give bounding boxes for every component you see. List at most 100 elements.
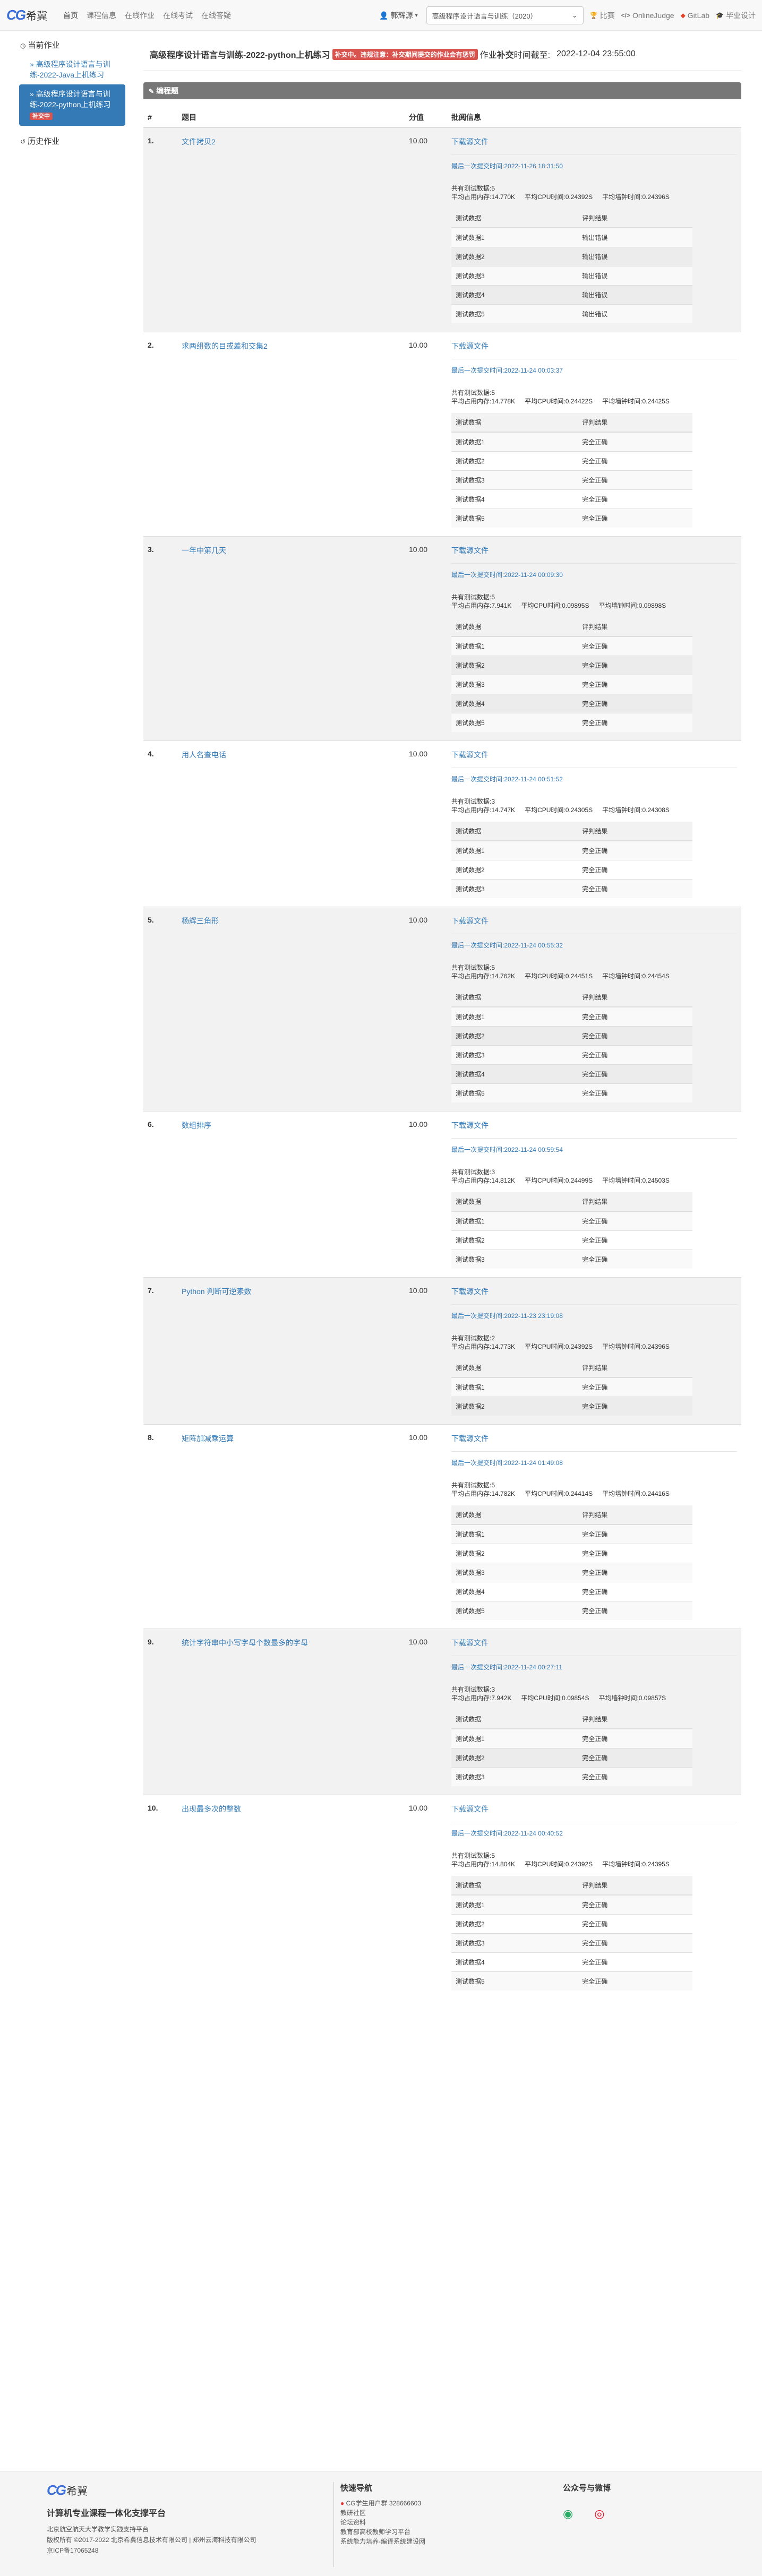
download-source-link[interactable]: 下载源文件 — [451, 1805, 489, 1813]
nav-graduation-link[interactable]: 🎓 毕业设计 — [716, 10, 756, 21]
nav-onlinejudge-link[interactable]: </> OnlineJudge — [621, 11, 674, 20]
test-count-value: 3 — [491, 1686, 495, 1693]
footer-link[interactable]: 教研社区 — [340, 2508, 493, 2518]
col-review: 批阅信息 — [447, 108, 741, 128]
download-source-link[interactable]: 下载源文件 — [451, 342, 489, 350]
download-source-link[interactable]: 下载源文件 — [451, 917, 489, 925]
test-case-row: 测试数据1 完全正确 — [451, 636, 692, 656]
problem-title-link[interactable]: 用人名查电话 — [182, 751, 226, 759]
test-case-header: 测试数据 评判结果 — [451, 1505, 692, 1525]
test-case-result: 完全正确 — [578, 879, 692, 898]
nav-gitlab-link[interactable]: ◆ GitLab — [681, 11, 709, 20]
test-case-result: 完全正确 — [578, 470, 692, 490]
user-menu-button[interactable]: 👤 郭辉源 ▾ — [375, 8, 422, 23]
avg-memory-prefix: 平均占用内存: — [451, 1490, 492, 1497]
brand-logo[interactable]: CG 希冀 — [6, 7, 47, 23]
test-case-header: 测试数据 评判结果 — [451, 822, 692, 841]
download-source-link[interactable]: 下载源文件 — [451, 1639, 489, 1647]
sidebar-item-python[interactable]: » 高级程序设计语言与训练-2022-python上机练习 补交中 — [19, 84, 125, 126]
avg-memory: 平均占用内存:14.782K — [451, 1490, 515, 1497]
problem-title-link[interactable]: 数组排序 — [182, 1121, 211, 1130]
deadline-prefix: 作业 — [480, 51, 497, 60]
course-select-value: 高级程序设计语言与训练（2020） — [432, 12, 537, 20]
problem-title-link[interactable]: 文件拷贝2 — [182, 137, 216, 146]
test-case-row: 测试数据5 完全正确 — [451, 1601, 692, 1620]
download-source-link[interactable]: 下载源文件 — [451, 1287, 489, 1296]
social-icons: ◉ ◎ — [563, 2507, 611, 2521]
test-case-result: 完全正确 — [578, 1748, 692, 1768]
avg-cpu-prefix: 平均CPU时间: — [525, 1860, 566, 1868]
sidebar-item-java[interactable]: » 高级程序设计语言与训练-2022-Java上机练习 — [19, 55, 125, 84]
test-case-result: 完全正确 — [578, 1377, 692, 1397]
avg-wall-prefix: 平均墙钟时间: — [602, 972, 643, 980]
footer-link[interactable]: 教育部高校教师学习平台 — [340, 2527, 493, 2537]
nav-onlinejudge-label: OnlineJudge — [632, 11, 674, 20]
result-col: 评判结果 — [578, 1505, 692, 1525]
last-submit-prefix: 最后一次提交时间: — [451, 1664, 504, 1671]
test-count: 共有测试数据:3 — [451, 1168, 737, 1176]
course-select[interactable]: 高级程序设计语言与训练（2020） ⌄ — [426, 6, 584, 24]
test-case-name: 测试数据5 — [451, 1601, 578, 1620]
problem-title-link[interactable]: 杨辉三角形 — [182, 917, 219, 925]
history-homework-link[interactable]: ↺ 历史作业 — [19, 133, 125, 151]
footer-quick-nav: 快速导航 ● CG学生用户群 328666603 教研社区 论坛资料 教育部高校… — [333, 2482, 493, 2567]
nav-contest-link[interactable]: 🏆 比赛 — [590, 10, 615, 21]
download-source-link[interactable]: 下载源文件 — [451, 546, 489, 555]
test-case-header: 测试数据 评判结果 — [451, 413, 692, 433]
test-case-result: 完全正确 — [578, 451, 692, 471]
avg-memory: 平均占用内存:14.762K — [451, 972, 515, 980]
problem-title-link[interactable]: 一年中第几天 — [182, 546, 226, 555]
download-source-link[interactable]: 下载源文件 — [451, 1434, 489, 1443]
test-case-row: 测试数据4 完全正确 — [451, 1582, 692, 1601]
last-submit-prefix: 最后一次提交时间: — [451, 1146, 504, 1153]
test-count: 共有测试数据:3 — [451, 797, 737, 806]
test-case-name: 测试数据5 — [451, 509, 578, 528]
nav-link-1[interactable]: 课程信息 — [82, 0, 121, 31]
perf-stats: 平均占用内存:14.747K 平均CPU时间:0.24305S 平均墙钟时间:0.2… — [451, 806, 737, 814]
avg-memory-prefix: 平均占用内存: — [451, 806, 492, 814]
avg-wall-value: 0.24396S — [642, 1343, 670, 1350]
problem-number: 7. — [143, 1277, 177, 1425]
avg-cpu-prefix: 平均CPU时间: — [525, 1343, 566, 1350]
avg-memory: 平均占用内存:7.942K — [451, 1694, 511, 1702]
problem-row: 9. 统计字符串中小写字母个数最多的字母 10.00 下载源文件 最后一次提交时间:20… — [143, 1629, 741, 1795]
avg-cpu-value: 0.24392S — [565, 1860, 593, 1868]
problem-title-link[interactable]: 矩阵加减乘运算 — [182, 1434, 234, 1443]
footer-link[interactable]: 系统能力培养-编译系统建设网 — [340, 2537, 493, 2546]
test-case-result: 完全正确 — [578, 509, 692, 528]
test-case-result: 完全正确 — [578, 432, 692, 452]
problem-title-link[interactable]: 求两组数的目或差和交集2 — [182, 342, 268, 350]
perf-stats: 平均占用内存:14.812K 平均CPU时间:0.24499S 平均墙钟时间:0.2… — [451, 1176, 737, 1185]
test-case-name: 测试数据1 — [451, 1894, 578, 1915]
problem-row: 7. Python 判断可逆素数 10.00 下载源文件 最后一次提交时间:2022-1… — [143, 1277, 741, 1425]
download-source-link[interactable]: 下载源文件 — [451, 751, 489, 759]
wechat-icon[interactable]: ◉ — [563, 2507, 573, 2521]
test-case-row: 测试数据3 完全正确 — [451, 1933, 692, 1953]
problem-title-link[interactable]: 出现最多次的整数 — [182, 1805, 241, 1813]
weibo-icon[interactable]: ◎ — [594, 2507, 604, 2521]
user-name: 郭辉源 — [390, 11, 413, 20]
problem-title-link[interactable]: Python 判断可逆素数 — [182, 1287, 251, 1296]
avg-cpu-prefix: 平均CPU时间: — [525, 1177, 566, 1184]
test-count: 共有测试数据:5 — [451, 1851, 737, 1860]
avg-memory: 平均占用内存:14.812K — [451, 1177, 515, 1184]
test-count-prefix: 共有测试数据: — [451, 185, 492, 192]
download-source-link[interactable]: 下载源文件 — [451, 1121, 489, 1130]
test-case-table: 测试数据 评判结果 测试数据1 完全正确 测试数据2 完全正确 测试数据3 完全正确 测试数据4… — [451, 617, 692, 732]
nav-link-0[interactable]: 首页 — [59, 0, 82, 31]
nav-link-3[interactable]: 在线考试 — [159, 0, 197, 31]
test-case-name: 测试数据3 — [451, 1563, 578, 1582]
nav-link-2[interactable]: 在线作业 — [121, 0, 159, 31]
perf-stats: 平均占用内存:14.762K 平均CPU时间:0.24451S 平均墙钟时间:0.2… — [451, 972, 737, 980]
main-nav: 首页 课程信息 在线作业 在线考试 在线答疑 — [59, 0, 235, 31]
test-case-header: 测试数据 评判结果 — [451, 1358, 692, 1378]
footer-link-qq-group[interactable]: ● CG学生用户群 328666603 — [340, 2499, 493, 2508]
nav-link-4[interactable]: 在线答疑 — [197, 0, 235, 31]
problem-title-link[interactable]: 统计字符串中小写字母个数最多的字母 — [182, 1639, 308, 1647]
download-source-link[interactable]: 下载源文件 — [451, 137, 489, 146]
footer-link[interactable]: 论坛资料 — [340, 2518, 493, 2527]
test-case-row: 测试数据1 完全正确 — [451, 1006, 692, 1027]
test-case-name: 测试数据5 — [451, 713, 578, 732]
last-submit-prefix: 最后一次提交时间: — [451, 942, 504, 949]
test-case-name: 测试数据1 — [451, 1377, 578, 1397]
